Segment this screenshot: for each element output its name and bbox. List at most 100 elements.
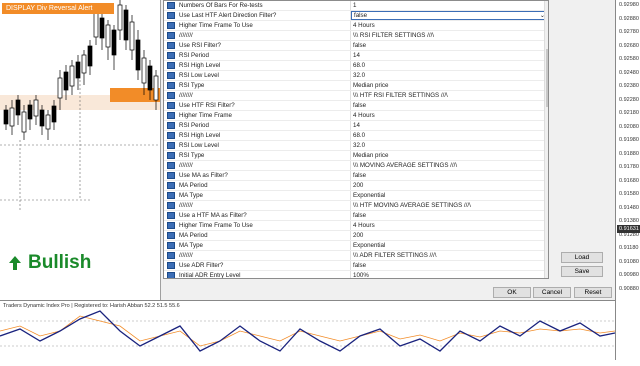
input-row[interactable]: Initial ADR Entry Level 100%: [164, 271, 548, 278]
price-tick: 0.92980: [619, 2, 639, 8]
input-value[interactable]: 14: [351, 51, 548, 60]
input-value[interactable]: \\\ RSI FILTER SETTINGS ///\: [351, 31, 548, 40]
input-value[interactable]: false: [351, 101, 548, 110]
input-value[interactable]: 200: [351, 231, 548, 240]
input-row[interactable]: ////////\\\ RSI FILTER SETTINGS ///\: [164, 31, 548, 41]
input-row[interactable]: Use a HTF MA as Filter? false: [164, 211, 548, 221]
scrollbar-thumb[interactable]: [546, 49, 548, 107]
current-price-label: 0.91631: [617, 225, 640, 233]
price-tick: 0.92580: [619, 56, 639, 62]
parameter-icon: [164, 101, 177, 110]
parameter-icon: [164, 191, 177, 200]
parameter-icon: [164, 41, 177, 50]
input-value[interactable]: false ⌄: [351, 11, 548, 20]
price-tick: 0.91380: [619, 218, 639, 224]
input-name: Higher Time Frame: [177, 111, 351, 120]
input-row[interactable]: RSI Period 14: [164, 51, 548, 61]
reversal-alert-label: DISPLAY Div Reversal Alert: [2, 3, 114, 14]
input-row[interactable]: Use ADR Filter? false: [164, 261, 548, 271]
input-name: Initial ADR Entry Level: [177, 271, 351, 278]
parameter-icon: [164, 241, 177, 250]
input-value[interactable]: 32.0: [351, 71, 548, 80]
input-value[interactable]: 100%: [351, 271, 548, 278]
input-row[interactable]: Higher Time Frame To Use 4 Hours: [164, 21, 548, 31]
parameter-icon: [164, 161, 177, 170]
input-name: RSI High Level: [177, 61, 351, 70]
input-name: Use Last HTF Alert Direction Filter?: [177, 11, 351, 20]
input-name: ////////: [177, 91, 351, 100]
input-value[interactable]: Exponential: [351, 241, 548, 250]
input-row[interactable]: RSI Type Median price: [164, 151, 548, 161]
parameter-icon: [164, 271, 177, 278]
input-row[interactable]: MA Period 200: [164, 181, 548, 191]
input-name: RSI Period: [177, 121, 351, 130]
input-name: Numbers Of Bars For Re-tests: [177, 1, 351, 10]
input-value[interactable]: false: [351, 171, 548, 180]
input-value[interactable]: 68.0: [351, 61, 548, 70]
parameter-icon: [164, 141, 177, 150]
input-row[interactable]: ////////\\\ ADR FILTER SETTINGS ///\: [164, 251, 548, 261]
price-tick: 0.92080: [619, 123, 639, 130]
input-row[interactable]: Numbers Of Bars For Re-tests 1: [164, 1, 548, 11]
input-name: MA Type: [177, 191, 351, 200]
input-row[interactable]: RSI Type Median price: [164, 81, 548, 91]
input-value[interactable]: false: [351, 41, 548, 50]
reset-button[interactable]: Reset: [574, 287, 612, 298]
save-button[interactable]: Save: [561, 266, 603, 277]
cancel-button[interactable]: Cancel: [533, 287, 571, 298]
input-value[interactable]: Exponential: [351, 191, 548, 200]
input-value[interactable]: 68.0: [351, 131, 548, 140]
parameter-icon: [164, 91, 177, 100]
input-value[interactable]: 4 Hours: [351, 221, 548, 230]
input-value[interactable]: 1: [351, 1, 548, 10]
input-row[interactable]: ////////\\\ HTF RSI FILTER SETTINGS ///\: [164, 91, 548, 101]
input-value[interactable]: Median price: [351, 81, 548, 90]
input-row[interactable]: Higher Time Frame 4 Hours: [164, 111, 548, 121]
input-name: MA Period: [177, 181, 351, 190]
parameter-icon: [164, 121, 177, 130]
input-row[interactable]: MA Type Exponential: [164, 191, 548, 201]
input-name: RSI High Level: [177, 131, 351, 140]
ok-button[interactable]: OK: [493, 287, 531, 298]
load-button[interactable]: Load: [561, 252, 603, 263]
inputs-scrollbar[interactable]: [544, 1, 548, 278]
input-row[interactable]: RSI Period 14: [164, 121, 548, 131]
price-chart[interactable]: DISPLAY Div Reversal Alert Bullish: [0, 0, 160, 300]
input-value[interactable]: 4 Hours: [351, 111, 548, 120]
input-row[interactable]: Use HTF RSI Filter? false: [164, 101, 548, 111]
parameter-icon: [164, 231, 177, 240]
tdi-plot: [0, 310, 616, 352]
input-value[interactable]: \\\ HTF RSI FILTER SETTINGS ///\: [351, 91, 548, 100]
inputs-table: Numbers Of Bars For Re-tests 1 Use Last HT…: [163, 0, 549, 279]
input-row[interactable]: MA Type Exponential: [164, 241, 548, 251]
input-name: Use a HTF MA as Filter?: [177, 211, 351, 220]
input-row[interactable]: Use MA as Filter? false: [164, 171, 548, 181]
parameter-icon: [164, 261, 177, 270]
input-value[interactable]: 4 Hours: [351, 21, 548, 30]
input-row[interactable]: Use Last HTF Alert Direction Filter? fals…: [164, 11, 548, 21]
input-row[interactable]: ////////\\\ HTF MOVING AVERAGE SETTINGS …: [164, 201, 548, 211]
input-value[interactable]: \\\ MOVING AVERAGE SETTINGS ///\: [351, 161, 548, 170]
price-tick: 0.91680: [619, 177, 639, 184]
input-row[interactable]: RSI Low Level 32.0: [164, 71, 548, 81]
input-row[interactable]: RSI High Level 68.0: [164, 61, 548, 71]
input-value[interactable]: \\\ ADR FILTER SETTINGS ///\: [351, 251, 548, 260]
input-value[interactable]: 32.0: [351, 141, 548, 150]
input-row[interactable]: RSI High Level 68.0: [164, 131, 548, 141]
input-row[interactable]: RSI Low Level 32.0: [164, 141, 548, 151]
subwindow-title: Traders Dynamic Index Pro | Registered t…: [3, 303, 180, 309]
price-tick: 0.92880: [619, 15, 639, 22]
input-row[interactable]: ////////\\\ MOVING AVERAGE SETTINGS ///\: [164, 161, 548, 171]
input-row[interactable]: Higher Time Frame To Use 4 Hours: [164, 221, 548, 231]
input-value[interactable]: false: [351, 211, 548, 220]
input-value[interactable]: Median price: [351, 151, 548, 160]
input-value[interactable]: 200: [351, 181, 548, 190]
input-row[interactable]: MA Period 200: [164, 231, 548, 241]
parameter-icon: [164, 1, 177, 10]
input-value[interactable]: \\\ HTF MOVING AVERAGE SETTINGS ///\: [351, 201, 548, 210]
indicator-subwindow: [0, 300, 616, 360]
input-row[interactable]: Use RSI Filter? false: [164, 41, 548, 51]
input-value[interactable]: false: [351, 261, 548, 270]
input-value[interactable]: 14: [351, 121, 548, 130]
price-tick: 0.92680: [619, 42, 639, 49]
